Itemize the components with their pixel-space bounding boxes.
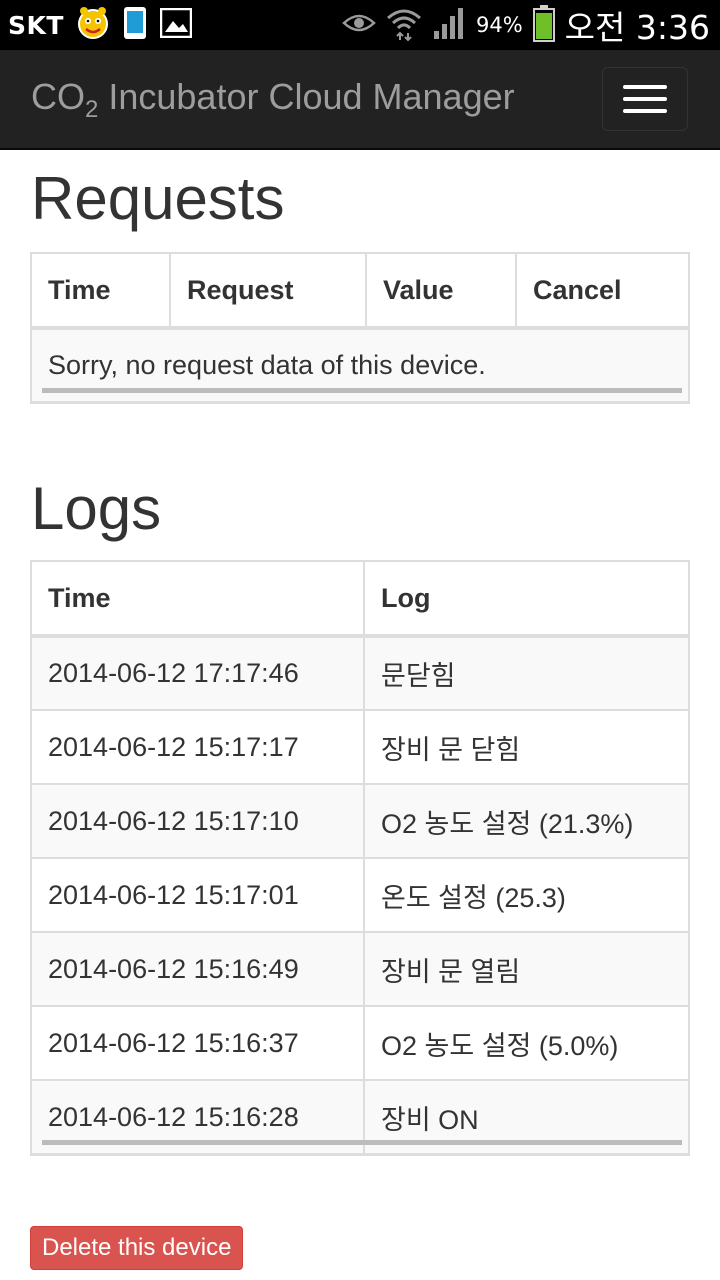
hamburger-icon [623,97,667,101]
signal-icon [432,7,466,43]
table-row: 2014-06-12 17:17:46 문닫힘 [32,635,688,711]
delete-device-button[interactable]: Delete this device [30,1226,244,1270]
eye-icon [342,11,376,39]
log-time-cell: 2014-06-12 15:17:17 [32,709,365,785]
logs-table: Time Log 2014-06-12 17:17:46 문닫힘 2014-06-1… [30,560,690,1156]
column-header-log: Log [363,562,688,638]
table-header-row: Time Log [32,562,688,638]
status-bar-left: SKT [8,0,193,50]
status-bar: SKT 94% 오전 3:36 [0,0,720,50]
battery-icon [532,5,555,42]
horizontal-scrollbar[interactable] [42,1140,682,1145]
column-header-time: Time [32,562,365,638]
carrier-label: SKT [8,10,64,40]
table-row: 2014-06-12 15:16:37 O2 농도 설정 (5.0%) [32,1005,688,1081]
table-row: 2014-06-12 15:17:10 O2 농도 설정 (21.3%) [32,783,688,859]
horizontal-scrollbar[interactable] [42,388,682,393]
column-header-value: Value [365,254,517,330]
column-header-request: Request [169,254,367,330]
brand-suffix: Incubator Cloud Manager [98,76,515,117]
clock: 오전 3:36 [564,8,710,47]
logs-table-body: 2014-06-12 17:17:46 문닫힘 2014-06-12 15:17:1… [32,635,688,1154]
table-row: 2014-06-12 15:17:17 장비 문 닫힘 [32,709,688,785]
brand-prefix: CO [31,76,85,117]
requests-heading: Requests [31,165,285,232]
navbar: CO2 Incubator Cloud Manager [0,50,720,150]
table-header-row: Time Request Value Cancel [32,254,688,330]
log-time-cell: 2014-06-12 17:17:46 [32,635,365,711]
log-time-cell: 2014-06-12 15:16:49 [32,931,365,1007]
log-message-cell: 문닫힘 [363,635,688,711]
status-bar-right: 94% 오전 3:36 [342,0,710,50]
wifi-icon [386,5,422,45]
log-time-cell: 2014-06-12 15:17:10 [32,783,365,859]
log-message-cell: O2 농도 설정 (21.3%) [363,783,688,859]
column-header-time: Time [32,254,171,330]
log-time-cell: 2014-06-12 15:16:37 [32,1005,365,1081]
log-time-cell: 2014-06-12 15:17:01 [32,857,365,933]
column-header-cancel: Cancel [515,254,688,330]
image-icon [159,7,193,42]
brand-link[interactable]: CO2 Incubator Cloud Manager [31,76,515,124]
menu-toggle-button[interactable] [602,67,688,131]
table-row: 2014-06-12 15:16:49 장비 문 열림 [32,931,688,1007]
battery-percent: 94% [475,13,523,37]
phone-icon [122,6,148,44]
alarm-app-icon [76,6,110,44]
hamburger-icon [623,109,667,113]
log-message-cell: 온도 설정 (25.3) [363,857,688,933]
log-message-cell: 장비 문 닫힘 [363,709,688,785]
logs-heading: Logs [31,475,162,542]
log-message-cell: 장비 문 열림 [363,931,688,1007]
requests-table: Time Request Value Cancel Sorry, no requ… [30,252,690,404]
brand-subscript: 2 [85,96,99,123]
battery-level-fill [535,12,552,39]
log-message-cell: O2 농도 설정 (5.0%) [363,1005,688,1081]
hamburger-icon [623,85,667,89]
table-row: 2014-06-12 15:17:01 온도 설정 (25.3) [32,857,688,933]
